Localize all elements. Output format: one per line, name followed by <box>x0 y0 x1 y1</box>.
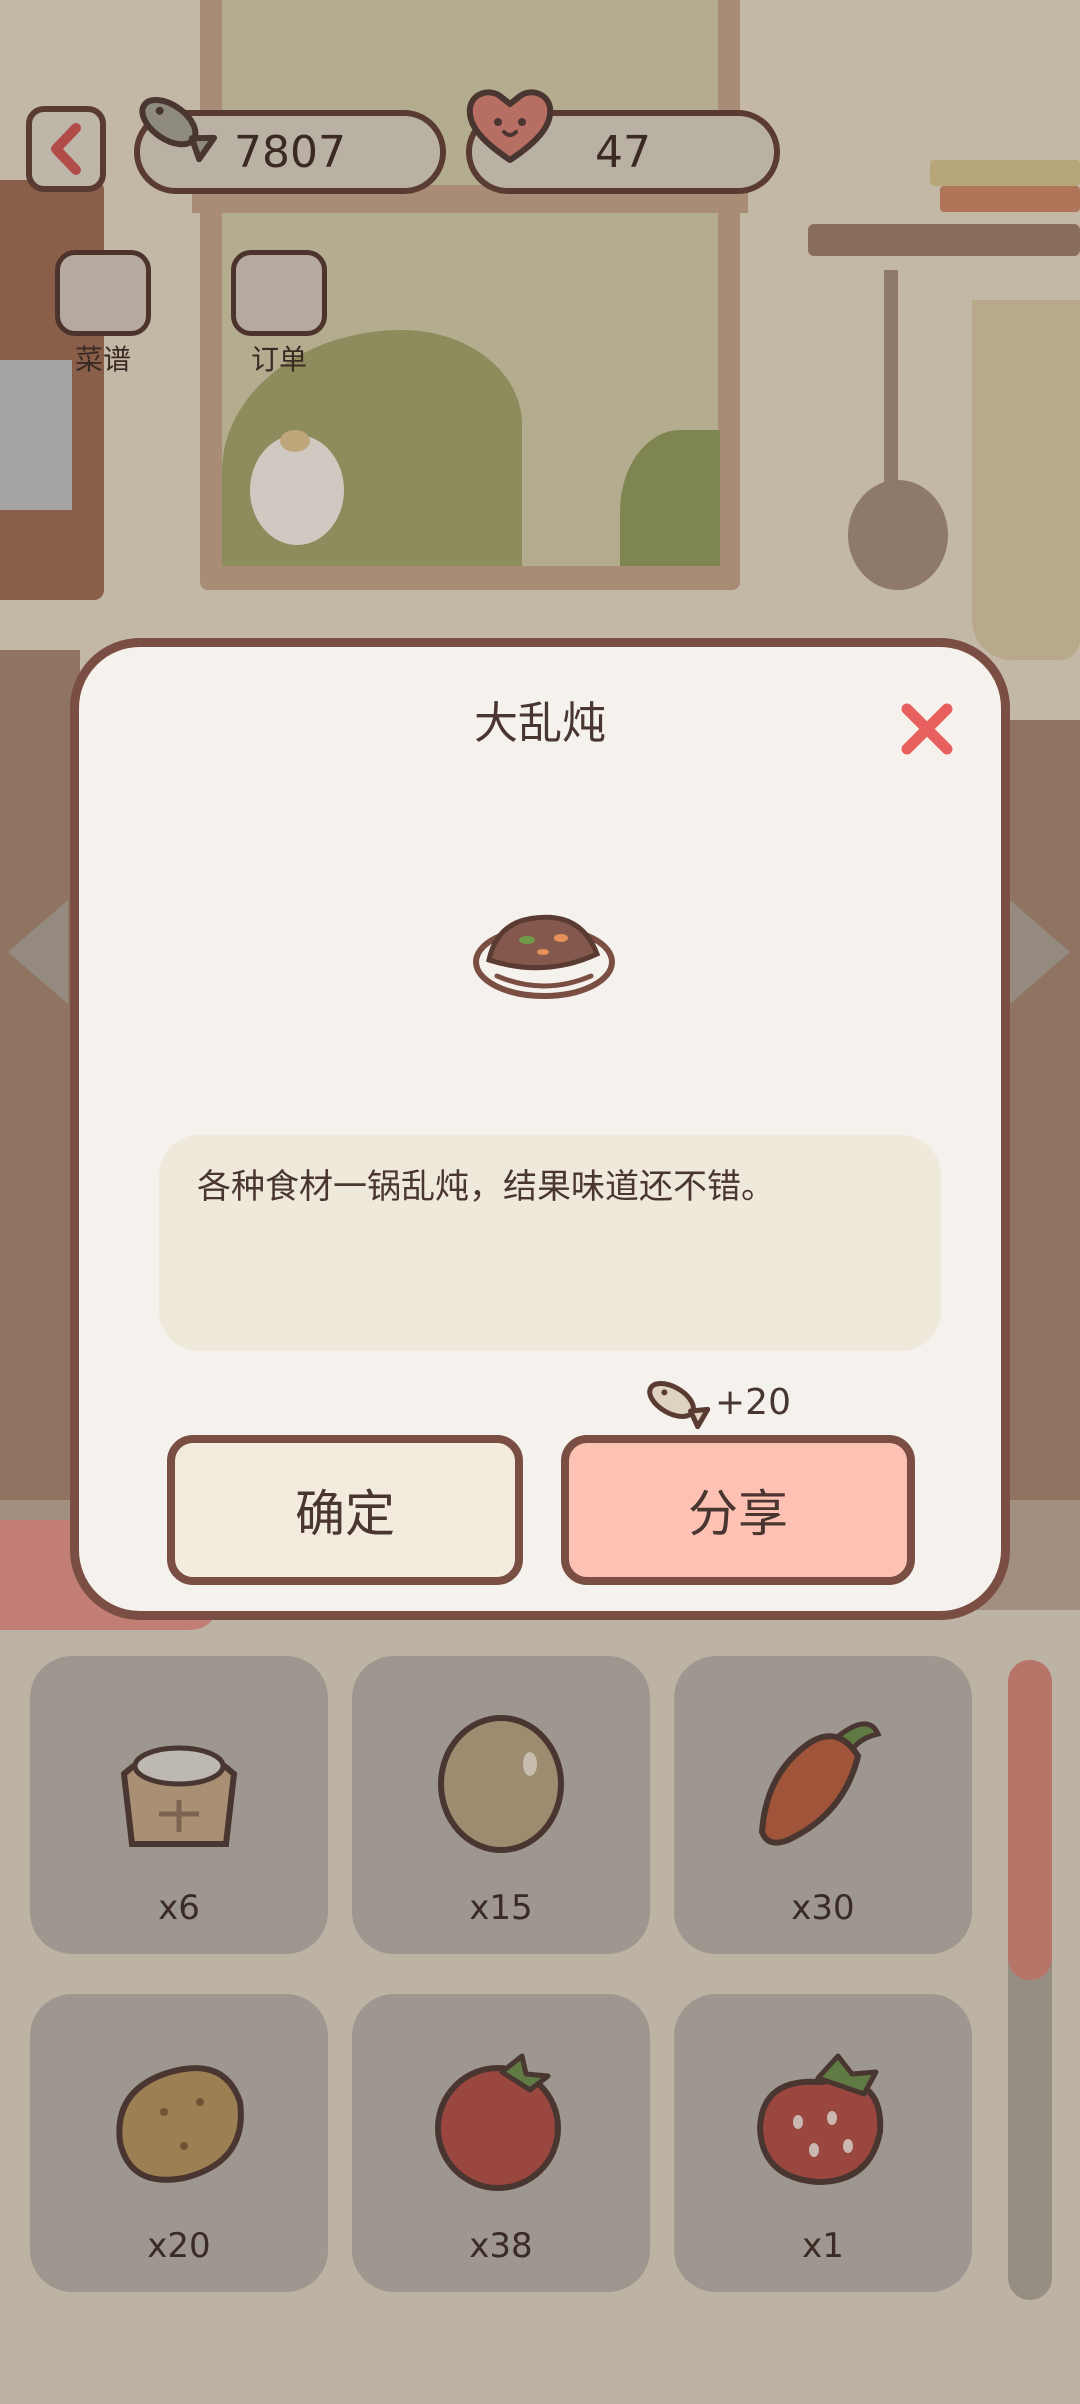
scene-prev-arrow-icon[interactable] <box>8 900 68 1004</box>
ingredient-egg[interactable]: x15 <box>352 1656 650 1954</box>
tomato-icon <box>435 2053 561 2191</box>
heart-count: 47 <box>595 126 651 178</box>
fish-reward-icon <box>647 1381 711 1430</box>
ingredient-flour[interactable]: x6 <box>30 1656 328 1954</box>
cat-fork-spoon-icon <box>231 250 327 336</box>
confirm-label: 确定 <box>295 1485 395 1543</box>
bird-crest <box>280 430 310 452</box>
ingredient-count: x1 <box>802 2226 844 2266</box>
left-cabinet <box>0 650 80 1500</box>
recipe-book-label: 菜谱 <box>74 343 131 376</box>
stew-dish-icon <box>473 914 615 999</box>
books-stack-lower <box>940 186 1080 212</box>
fish-count: 7807 <box>234 126 346 178</box>
reward-indicator: +20 <box>639 1367 791 1437</box>
orders-label: 订单 <box>250 343 307 376</box>
reward-amount: +20 <box>715 1381 791 1423</box>
recipe-book-button[interactable]: 菜谱 <box>48 250 158 378</box>
ingredient-count: x30 <box>791 1888 855 1928</box>
strawberry-icon <box>756 2053 884 2186</box>
ingredient-count: x6 <box>158 1888 200 1928</box>
ingredient-scrollbar-thumb[interactable] <box>1008 1660 1052 1980</box>
flour-sack-icon <box>120 1745 238 1847</box>
egg-icon <box>438 1715 564 1853</box>
carrot-icon <box>758 1721 882 1846</box>
ladle-icon <box>848 480 948 590</box>
ingredient-strawberry[interactable]: x1 <box>674 1994 972 2292</box>
heart-currency-icon <box>466 89 554 163</box>
ingredient-count: x20 <box>147 2226 211 2266</box>
chef-hat-icon <box>55 250 151 336</box>
dish-title: 大乱炖 <box>474 698 606 749</box>
close-icon[interactable] <box>899 701 955 757</box>
dish-description: 各种食材一锅乱炖，结果味道还不错。 <box>159 1135 941 1351</box>
ingredient-count: x15 <box>469 1888 533 1928</box>
share-label: 分享 <box>688 1485 788 1543</box>
right-cabinet <box>1005 720 1080 1500</box>
share-button[interactable]: 分享 <box>561 1435 915 1585</box>
hanging-towel <box>972 300 1080 660</box>
wall-shelf <box>808 224 1080 256</box>
back-arrow-icon <box>51 123 81 175</box>
dish-description-text: 各种食材一锅乱炖，结果味道还不错。 <box>197 1167 775 1207</box>
potato-icon <box>116 2065 244 2183</box>
pinned-note <box>0 360 72 510</box>
ingredient-tomato[interactable]: x38 <box>352 1994 650 2292</box>
scene-next-arrow-icon[interactable] <box>1010 900 1070 1004</box>
dish-result-dialog: 大乱炖 各种食材一锅乱炖，结果味道还不错。 +20 确定 分享 <box>70 638 1010 1620</box>
ingredient-count: x38 <box>469 2226 533 2266</box>
confirm-button[interactable]: 确定 <box>167 1435 523 1585</box>
ladle-handle <box>884 270 898 490</box>
fish-currency-icon <box>139 96 218 163</box>
ingredient-carrot[interactable]: x30 <box>674 1656 972 1954</box>
ingredient-potato[interactable]: x20 <box>30 1994 328 2292</box>
orders-button[interactable]: 订单 <box>224 250 334 378</box>
books-stack <box>930 160 1080 186</box>
back-button[interactable] <box>26 106 106 192</box>
